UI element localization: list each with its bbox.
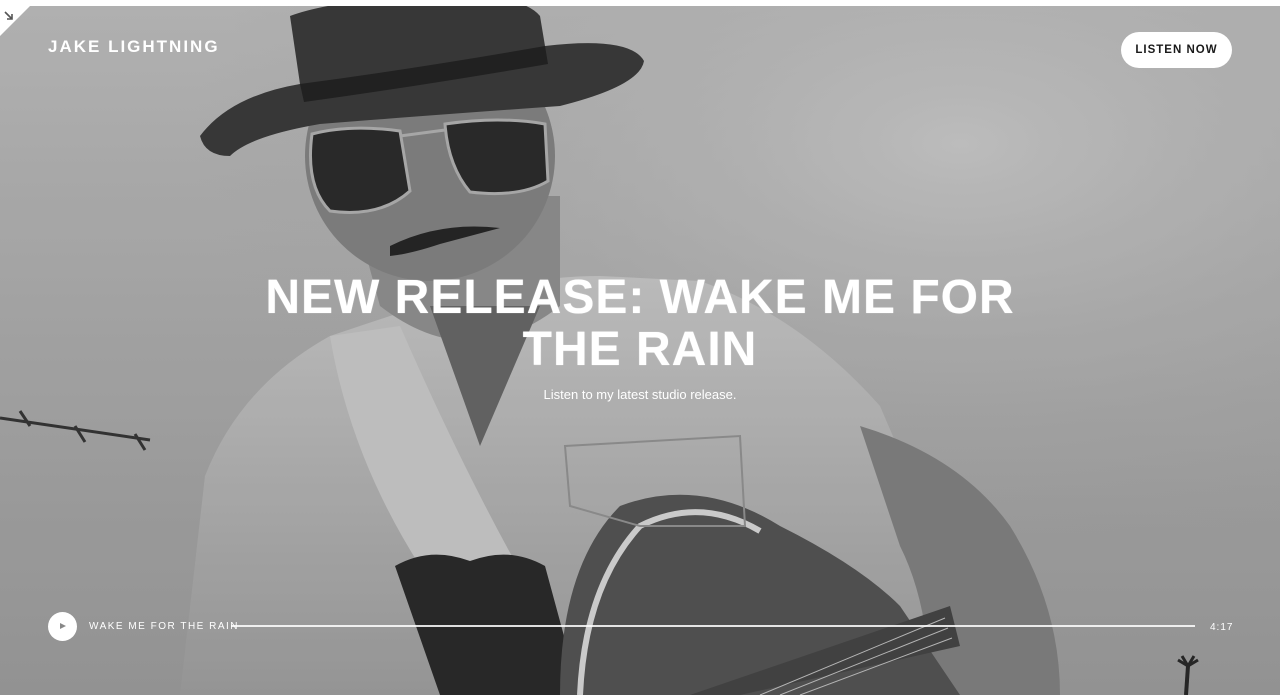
listen-now-button[interactable]: LISTEN NOW	[1121, 32, 1232, 68]
audio-player: WAKE ME FOR THE RAIN 4:17	[0, 610, 1280, 644]
top-border	[0, 0, 1280, 6]
expand-corner-icon[interactable]	[0, 6, 30, 36]
track-title: WAKE ME FOR THE RAIN	[89, 621, 240, 632]
page-title: NEW RELEASE: WAKE ME FOR THE RAIN	[265, 271, 1015, 376]
site-logo[interactable]: JAKE LIGHTNING	[48, 37, 220, 57]
progress-bar[interactable]	[231, 625, 1195, 627]
hero-subtitle: Listen to my latest studio release.	[543, 387, 737, 402]
play-icon	[60, 623, 66, 629]
track-duration: 4:17	[1210, 622, 1234, 633]
play-button[interactable]	[48, 612, 77, 641]
